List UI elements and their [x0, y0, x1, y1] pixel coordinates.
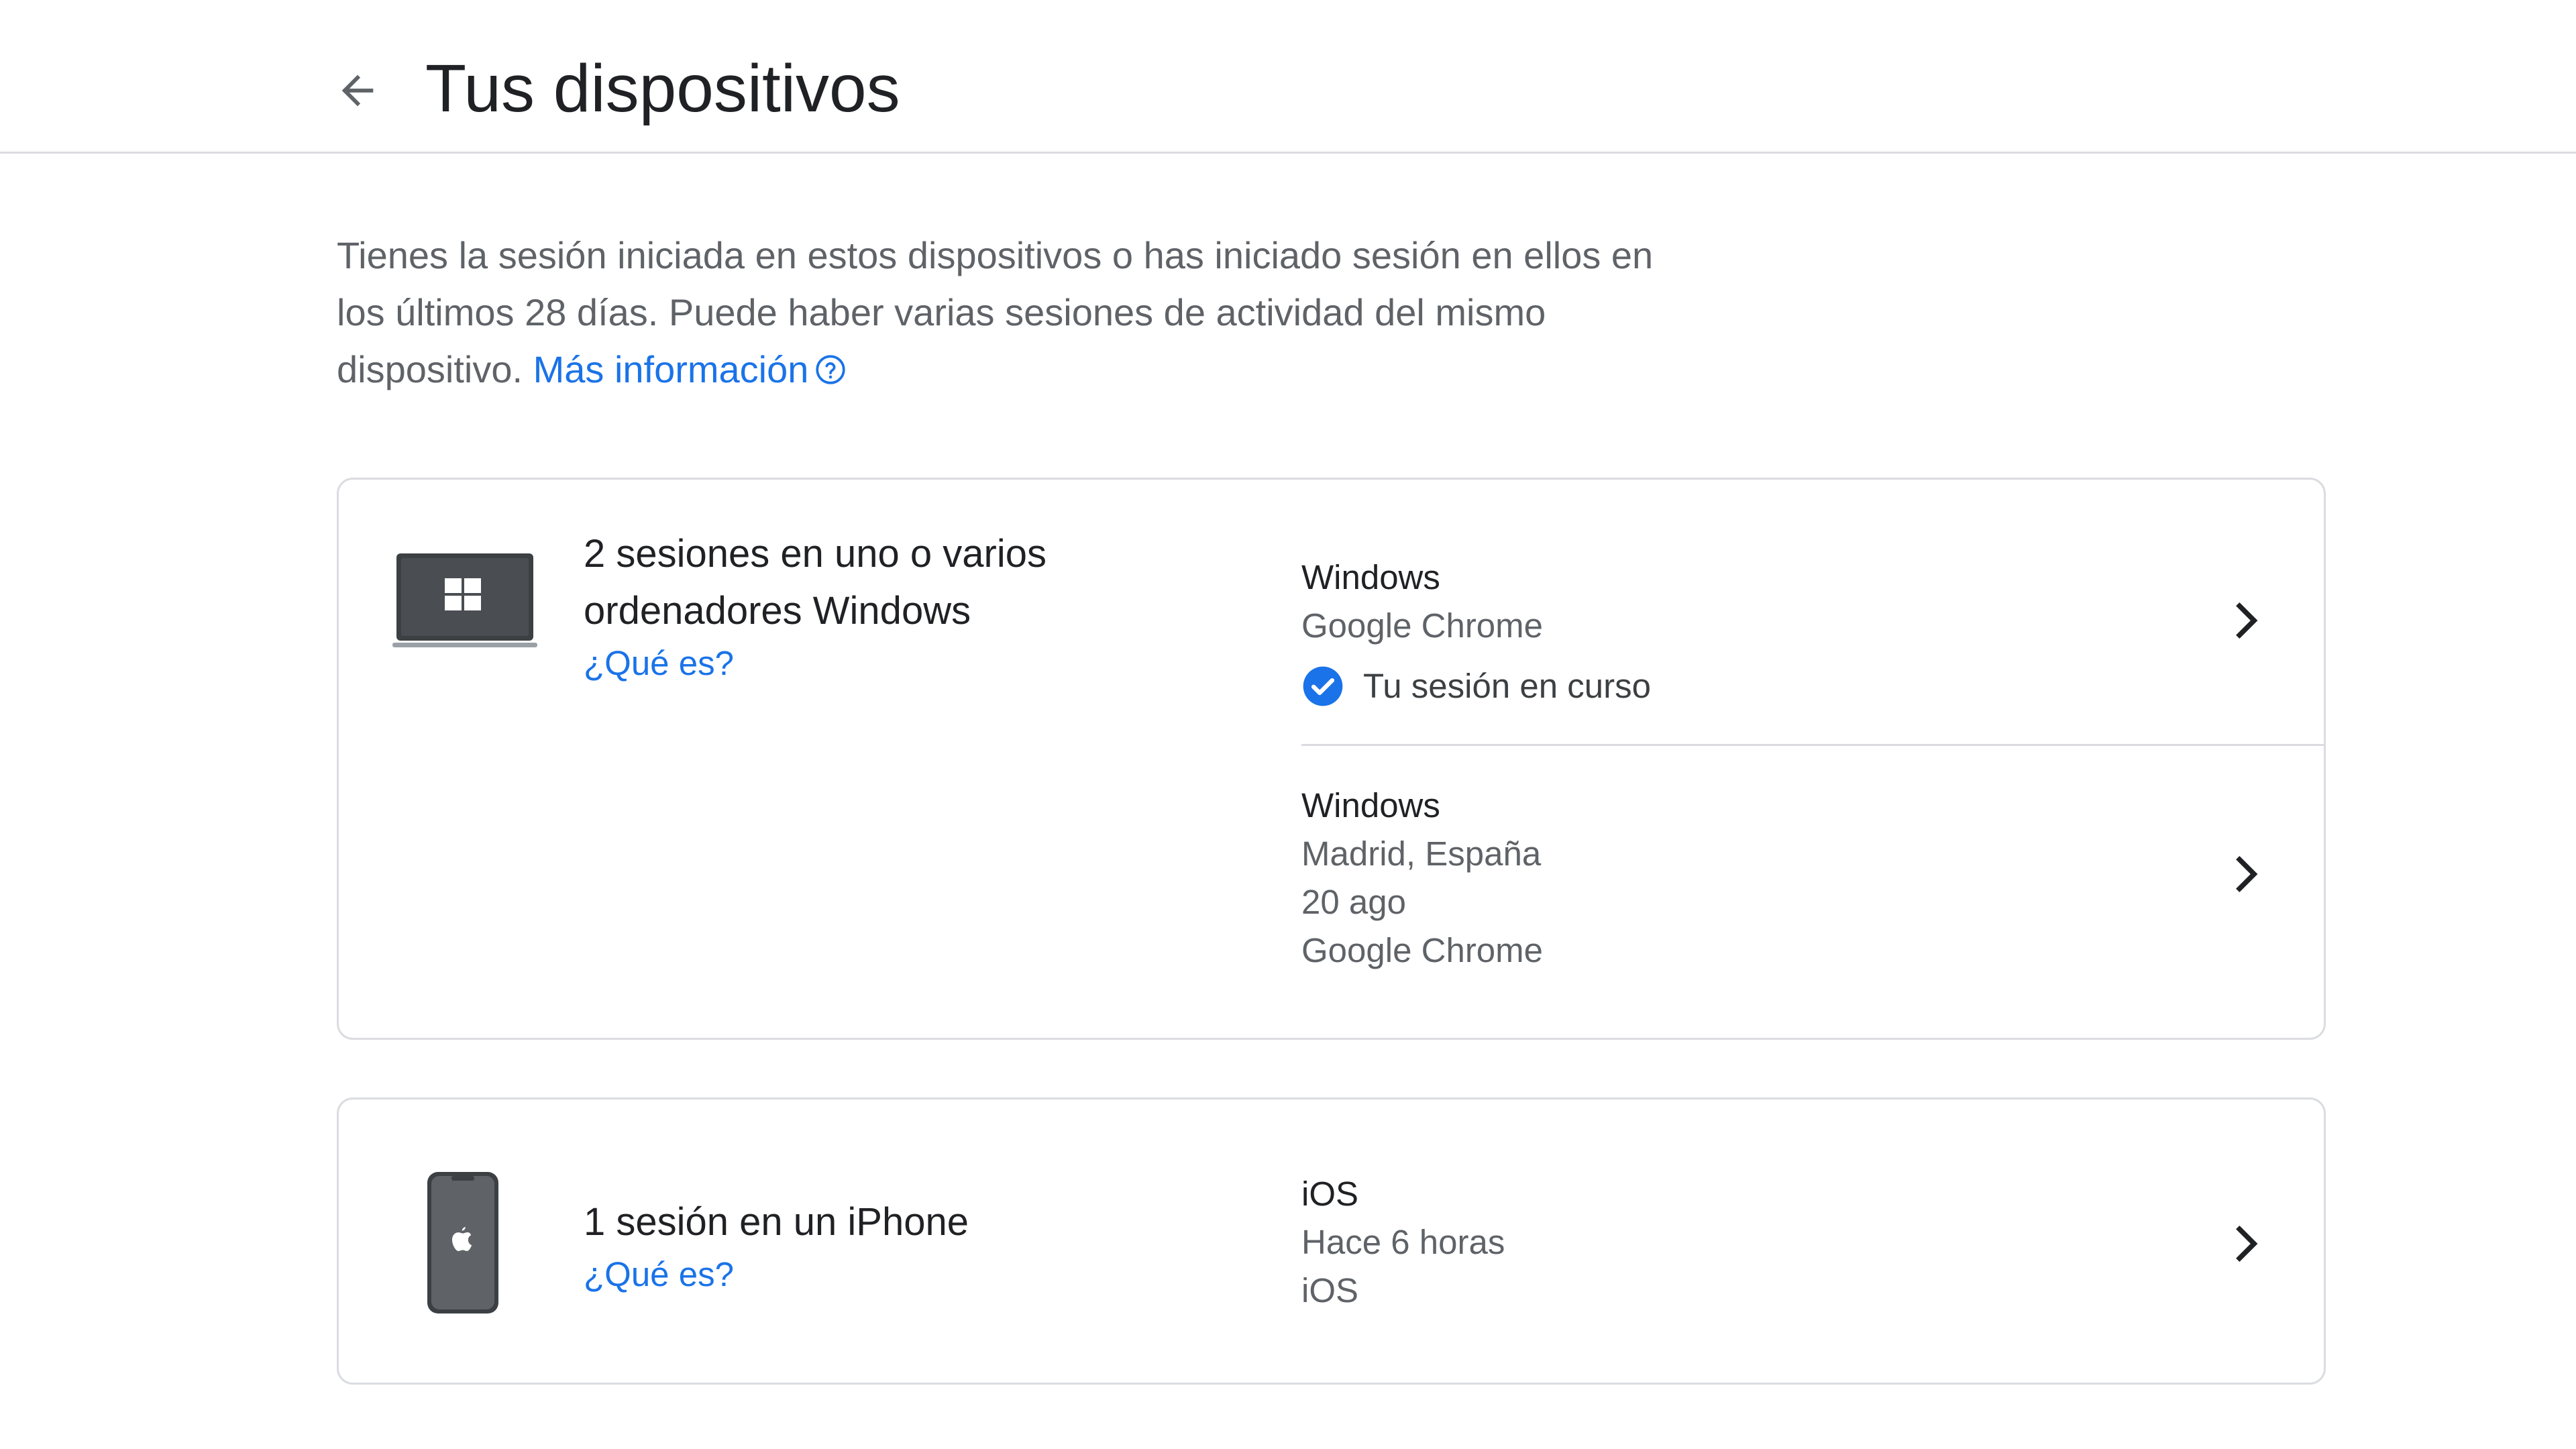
session-time: Hace 6 horas [1301, 1223, 1505, 1261]
chevron-right-icon [2236, 855, 2258, 893]
chevron-right-icon [2236, 602, 2258, 639]
what-is-link[interactable]: ¿Qué es? [584, 639, 1120, 688]
session-os: iOS [1301, 1175, 1359, 1213]
session-row[interactable]: Windows Google Chrome Tu sesión en curso [1301, 553, 2326, 721]
help-circle-icon [816, 355, 846, 384]
device-summary-title: 2 sesiones en uno o varios ordenadores W… [584, 525, 1120, 639]
device-card-windows: 2 sesiones en uno o varios ordenadores W… [337, 478, 2326, 1040]
session-os: Windows [1301, 558, 1440, 596]
device-summary-title: 1 sesión en un iPhone [584, 1200, 969, 1244]
windows-laptop-icon [392, 553, 537, 647]
check-circle-icon [1303, 666, 1343, 706]
learn-more-label: Más información [533, 348, 809, 390]
session-browser: Google Chrome [1301, 606, 1544, 645]
summary-line: ordenadores Windows [584, 589, 971, 633]
intro-text: Tienes la sesión iniciada en estos dispo… [337, 227, 1678, 398]
session-platform: iOS [1301, 1271, 1359, 1309]
session-os: Windows [1301, 786, 1440, 824]
session-location: Madrid, España [1301, 835, 1542, 873]
session-row[interactable]: iOS Hace 6 horas iOS [1301, 1170, 2326, 1324]
learn-more-link[interactable]: Más información [533, 348, 848, 390]
iphone-icon [427, 1172, 498, 1313]
device-card-iphone: 1 sesión en un iPhone ¿Qué es? iOS Hace … [337, 1097, 2326, 1385]
current-session-indicator: Tu sesión en curso [1301, 662, 2326, 710]
summary-line: 2 sesiones en uno o varios [584, 532, 1046, 576]
page-title: Tus dispositivos [425, 51, 900, 126]
arrow-back-icon [341, 74, 374, 107]
device-summary: 2 sesiones en uno o varios ordenadores W… [584, 525, 1120, 688]
session-divider [1301, 744, 2326, 746]
current-session-label: Tu sesión en curso [1363, 667, 1651, 705]
back-button[interactable] [327, 60, 388, 121]
session-browser: Google Chrome [1301, 931, 1544, 969]
device-summary: 1 sesión en un iPhone ¿Qué es? [584, 1193, 1120, 1299]
session-date: 20 ago [1301, 883, 1406, 921]
what-is-link[interactable]: ¿Qué es? [584, 1250, 1120, 1299]
chevron-right-icon [2236, 1225, 2258, 1263]
session-row[interactable]: Windows Madrid, España 20 ago Google Chr… [1301, 782, 2326, 1003]
page-header: Tus dispositivos [0, 0, 2576, 154]
